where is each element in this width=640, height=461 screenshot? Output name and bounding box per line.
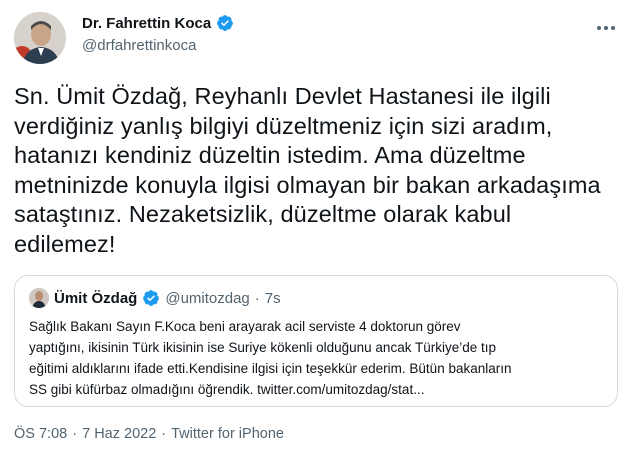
author-handle[interactable]: @drfahrettinkoca (82, 37, 234, 54)
tweet-footer: ÖS 7:08 · 7 Haz 2022 · Twitter for iPhon… (14, 426, 284, 442)
quoted-text-line: Sağlık Bakanı Sayın F.Koca beni arayarak… (29, 319, 461, 334)
author-name[interactable]: Dr. Fahrettin Koca (82, 15, 211, 32)
tweet-date: 7 Haz 2022 (82, 426, 157, 442)
tweet-text-line: metninizde konuyla ilgisi olmayan bir ba… (14, 171, 601, 198)
tweet-text-line: edilemez! (14, 230, 116, 257)
quoted-tweet-text: Sağlık Bakanı Sayın F.Koca beni arayarak… (29, 316, 607, 400)
author-info: Dr. Fahrettin Koca @drfahrettinkoca (82, 14, 234, 54)
meta-separator: · (254, 289, 260, 307)
tweet-text-line: Sn. Ümit Özdağ, Reyhanlı Devlet Hastanes… (14, 83, 551, 109)
quoted-author-name: Ümit Özdağ (54, 289, 138, 307)
author-avatar[interactable] (14, 12, 66, 64)
quoted-text-line: SS gibi küfürbaz olmadığını öğrendik. tw… (29, 382, 425, 397)
tweet-text-line: verdiğiniz yanlış bilgiyi düzeltmeniz iç… (14, 112, 553, 139)
tweet-timestamp-link[interactable]: ÖS 7:08 · 7 Haz 2022 (14, 426, 156, 442)
tweet-time: ÖS 7:08 (14, 426, 68, 442)
verified-badge-icon (142, 289, 160, 307)
quoted-tweet[interactable]: Ümit Özdağ @umitozdag · 7s Sağlık Bakanı… (14, 275, 618, 407)
quoted-text-line: eğitimi aldıklarını ifade etti.Kendisine… (29, 361, 512, 376)
tweet-source-link[interactable]: Twitter for iPhone (171, 426, 284, 442)
quoted-tweet-time: 7s (264, 289, 281, 307)
quoted-text-line: yaptığını, ikisinin Türk ikisinin ise Su… (29, 340, 496, 355)
tweet: Dr. Fahrettin Koca @drfahrettinkoca Sn. … (0, 0, 640, 461)
quoted-author-avatar (29, 288, 49, 308)
quoted-tweet-header: Ümit Özdağ @umitozdag · 7s (29, 288, 281, 308)
meta-separator: · (161, 426, 167, 442)
verified-badge-icon (216, 14, 234, 32)
tweet-text: Sn. Ümit Özdağ, Reyhanlı Devlet Hastanes… (14, 82, 614, 259)
quoted-author-handle: @umitozdag (165, 289, 250, 307)
tweet-text-line: hatanızı kendiniz düzeltin istedim. Ama … (14, 142, 526, 168)
meta-separator: · (72, 426, 78, 442)
tweet-text-line: sataştınız. Nezaketsizlik, düzeltme olar… (14, 201, 512, 227)
more-dots-icon[interactable] (594, 18, 618, 38)
